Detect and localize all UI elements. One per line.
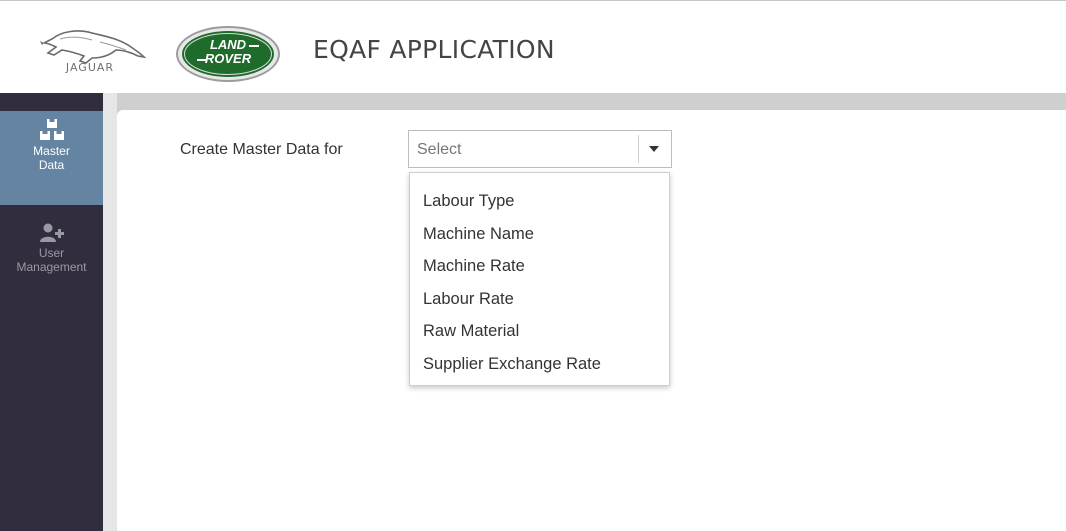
land-rover-wordmark-line2: ROVER <box>204 51 252 66</box>
app-title: EQAF APPLICATION <box>313 35 555 64</box>
content-gutter <box>103 93 117 531</box>
sidebar-item-master-data[interactable]: Master Data <box>0 111 103 205</box>
land-rover-wordmark-line1: LAND <box>209 37 247 52</box>
sidebar-item-label-line1: Master <box>33 144 70 158</box>
jaguar-wordmark: JAGUAR <box>65 61 115 74</box>
create-master-data-label: Create Master Data for <box>180 141 343 158</box>
master-data-dropdown: Labour Type Machine Name Machine Rate La… <box>409 172 670 386</box>
dropdown-option-machine-rate[interactable]: Machine Rate <box>410 252 669 285</box>
app-header: JAGUAR LAND ROVER EQAF APPLICATION <box>0 0 1066 93</box>
app-page: JAGUAR LAND ROVER EQAF APPLICATION Maste… <box>0 0 1066 531</box>
dropdown-option-machine-name[interactable]: Machine Name <box>410 220 669 253</box>
sidebar-item-label-line1: User <box>38 246 65 260</box>
caret-down-icon[interactable] <box>647 144 661 154</box>
cubes-icon <box>39 119 64 140</box>
master-data-select[interactable]: Select <box>408 130 672 168</box>
dropdown-option-labour-rate[interactable]: Labour Rate <box>410 285 669 318</box>
select-divider <box>638 135 639 163</box>
sidebar-item-label-line2: Data <box>38 158 65 172</box>
select-current-value: Select <box>417 141 462 158</box>
user-add-icon <box>39 223 64 242</box>
dropdown-option-supplier-exchange-rate[interactable]: Supplier Exchange Rate <box>410 350 669 383</box>
main-content: Create Master Data for Select Labour Typ… <box>117 110 1066 531</box>
dropdown-option-raw-material[interactable]: Raw Material <box>410 317 669 350</box>
dropdown-option-labour-type[interactable]: Labour Type <box>410 187 669 220</box>
sidebar: Master Data User Management <box>0 93 103 531</box>
sidebar-item-label-line2: Management <box>16 260 87 274</box>
sidebar-item-user-management[interactable]: User Management <box>0 217 103 287</box>
